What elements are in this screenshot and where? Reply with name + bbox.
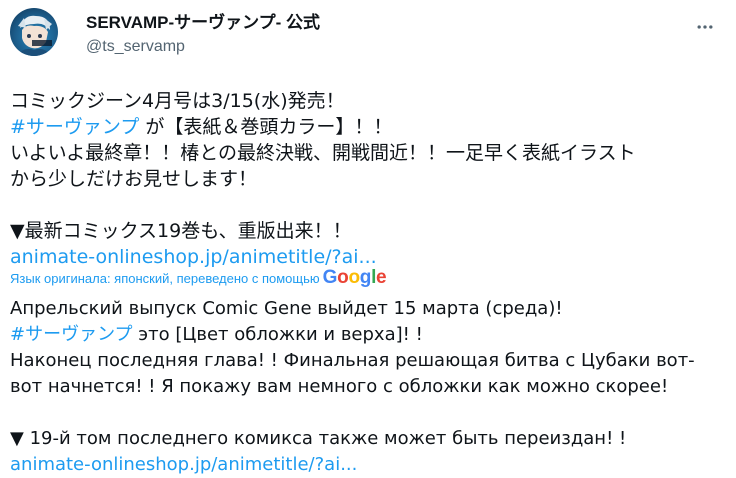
translation-attribution[interactable]: Язык оригинала: японский, переведено с п… <box>10 266 387 290</box>
hashtag-link[interactable]: #サーヴァンプ <box>10 324 133 345</box>
translated-text: Апрельский выпуск Comic Gene выйдет 15 м… <box>10 296 726 478</box>
translated-line: вот начнется! ! Я покажу вам немного с о… <box>10 376 669 397</box>
avatar[interactable] <box>10 8 58 56</box>
google-logo: Google <box>322 267 387 288</box>
translated-line: ▼ 19-й том последнего комикса также може… <box>10 428 627 449</box>
tweet-line-text: が【表紙＆巻頭カラー】！！ <box>139 116 393 138</box>
tweet-line: ▼最新コミックス19巻も、重版出来！！ <box>10 220 352 242</box>
url-link[interactable]: animate-onlineshop.jp/animetitle/?ai... <box>10 246 377 268</box>
url-link[interactable]: animate-onlineshop.jp/animetitle/?ai... <box>10 454 357 475</box>
tweet-header: SERVAMP-サーヴァンプ- 公式 @ts_servamp <box>10 8 726 68</box>
more-button[interactable] <box>688 10 722 44</box>
hashtag-link[interactable]: #サーヴァンプ <box>10 116 139 138</box>
translated-line: #サーヴァンプ это [Цвет обложки и верха]! ! <box>10 322 726 348</box>
translated-line: Апрельский выпуск Comic Gene выйдет 15 м… <box>10 298 563 319</box>
tweet-line: #サーヴァンプ が【表紙＆巻頭カラー】！！ <box>10 114 726 140</box>
translation-note-text: Язык оригинала: японский, переведено с п… <box>10 270 320 286</box>
author-handle[interactable]: @ts_servamp <box>86 37 320 57</box>
translated-line-text: это [Цвет обложки и верха]! ! <box>132 324 423 345</box>
tweet-line: コミックジーン4月号は3/15(水)発売！ <box>10 90 345 112</box>
translated-line: Наконец последняя глава! ! Финальная реш… <box>10 350 695 371</box>
author-display-name[interactable]: SERVAMP-サーヴァンプ- 公式 <box>86 12 320 34</box>
tweet-line: いよいよ最終章！！椿との最終決戦、開戦間近！！一足早く表紙イラスト <box>10 142 636 164</box>
author-names: SERVAMP-サーヴァンプ- 公式 @ts_servamp <box>86 12 320 57</box>
tweet-text: コミックジーン4月号は3/15(水)発売！ #サーヴァンプ が【表紙＆巻頭カラー… <box>10 88 726 270</box>
avatar-illustration <box>16 15 52 56</box>
tweet-line: から少しだけお見せします！ <box>10 168 258 190</box>
translated-line: animate-onlineshop.jp/animetitle/?ai... <box>10 452 726 478</box>
more-horizontal-icon <box>697 25 713 29</box>
